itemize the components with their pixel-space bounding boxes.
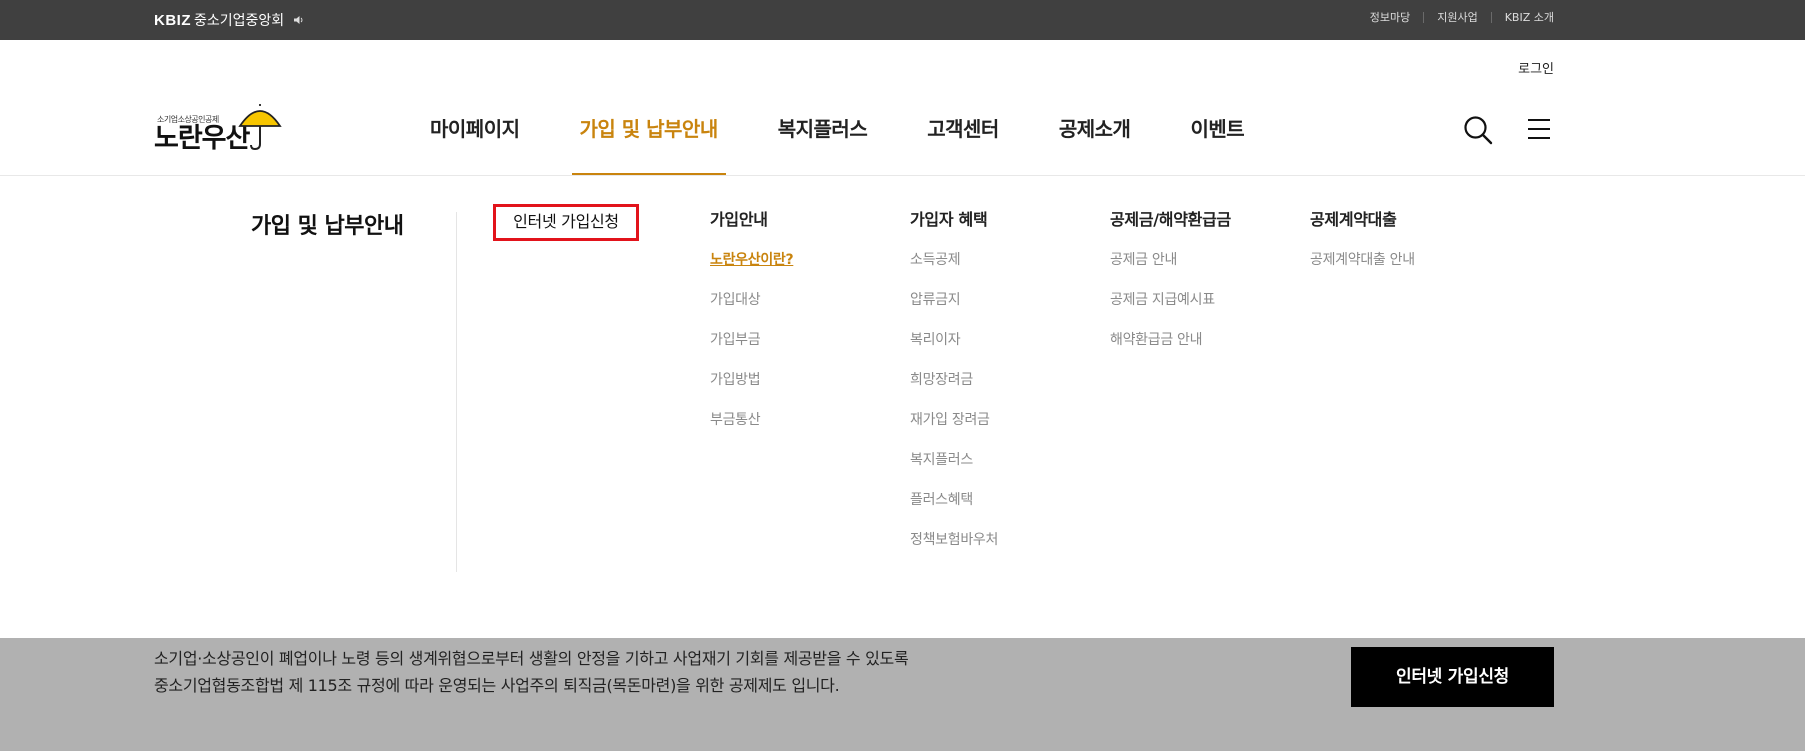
menu-item[interactable]: 가입대상 (710, 288, 793, 328)
top-utility-bar: KBIZ 중소기업중앙회 정보마당 지원사업 KBIZ 소개 (0, 0, 1805, 40)
main-navigation: 마이페이지 가입 및 납부안내 복지플러스 고객센터 공제소개 이벤트 (400, 96, 1274, 176)
info-text-line: 중소기업협동조합법 제 115조 규정에 따라 운영되는 사업주의 퇴직금(목돈… (154, 676, 840, 695)
menu-item[interactable]: 희망장려금 (910, 368, 998, 408)
top-link-info[interactable]: 정보마당 (1357, 9, 1423, 25)
menu-item[interactable]: 소득공제 (910, 248, 998, 288)
menu-column-benefits: 가입자 혜택 소득공제 압류금지 복리이자 희망장려금 재가입 장려금 복지플러… (910, 208, 998, 568)
brand-logo[interactable]: 소기업소상공인공제 노란우산 (154, 104, 284, 154)
internet-apply-button[interactable]: 인터넷 가입신청 (1351, 647, 1554, 707)
nav-welfare-plus[interactable]: 복지플러스 (748, 96, 898, 176)
header-divider (0, 175, 1805, 176)
top-link-about-kbiz[interactable]: KBIZ 소개 (1492, 9, 1554, 25)
internet-apply-link[interactable]: 인터넷 가입신청 (493, 204, 639, 241)
nav-mypage[interactable]: 마이페이지 (400, 96, 550, 176)
menu-item[interactable]: 부금통산 (710, 408, 793, 448)
menu-item[interactable]: 복리이자 (910, 328, 998, 368)
menu-column-heading[interactable]: 가입안내 (710, 208, 793, 232)
menu-column-heading[interactable]: 가입자 혜택 (910, 208, 998, 232)
info-text: 소기업·소상공인이 폐업이나 노령 등의 생계위협으로부터 생활의 안정을 기하… (154, 645, 909, 699)
kbiz-logo-name: 중소기업중앙회 (194, 13, 285, 29)
speaker-icon[interactable] (293, 14, 305, 26)
nav-customer-center[interactable]: 고객센터 (897, 96, 1029, 176)
login-link[interactable]: 로그인 (1518, 58, 1554, 77)
nav-join-payment[interactable]: 가입 및 납부안내 (550, 96, 748, 176)
menu-item[interactable]: 플러스혜택 (910, 488, 998, 528)
menu-item[interactable]: 공제계약대출 안내 (1310, 248, 1415, 288)
menu-column-join-guide: 가입안내 노란우산이란? 가입대상 가입부금 가입방법 부금통산 (710, 208, 794, 448)
divider (456, 212, 457, 572)
menu-column-heading[interactable]: 공제계약대출 (1310, 208, 1415, 232)
menu-column-heading[interactable]: 공제금/해약환급금 (1110, 208, 1231, 232)
nav-event[interactable]: 이벤트 (1160, 96, 1274, 176)
nav-about[interactable]: 공제소개 (1029, 96, 1161, 176)
menu-column-payouts: 공제금/해약환급금 공제금 안내 공제금 지급예시표 해약환급금 안내 (1110, 208, 1231, 368)
mega-menu-title: 가입 및 납부안내 (251, 214, 404, 239)
menu-item[interactable]: 정책보험바우처 (910, 528, 998, 568)
umbrella-icon (238, 104, 282, 150)
menu-item[interactable]: 공제금 안내 (1110, 248, 1231, 288)
menu-item[interactable]: 공제금 지급예시표 (1110, 288, 1231, 328)
menu-item[interactable]: 압류금지 (910, 288, 998, 328)
menu-item-what-is[interactable]: 노란우산이란? (710, 248, 794, 288)
top-links: 정보마당 지원사업 KBIZ 소개 (1357, 0, 1554, 34)
top-link-support[interactable]: 지원사업 (1424, 9, 1490, 25)
menu-item[interactable]: 재가입 장려금 (910, 408, 998, 448)
brand-name: 노란우산 (154, 123, 250, 154)
hamburger-menu-icon[interactable] (1527, 117, 1551, 141)
kbiz-logo-mark: KBIZ (154, 11, 191, 29)
menu-column-loans: 공제계약대출 공제계약대출 안내 (1310, 208, 1415, 288)
menu-item[interactable]: 복지플러스 (910, 448, 998, 488)
info-text-line: 소기업·소상공인이 폐업이나 노령 등의 생계위협으로부터 생활의 안정을 기하… (154, 649, 909, 668)
menu-item[interactable]: 가입부금 (710, 328, 793, 368)
menu-item[interactable]: 가입방법 (710, 368, 793, 408)
menu-item[interactable]: 해약환급금 안내 (1110, 328, 1231, 368)
kbiz-logo[interactable]: KBIZ 중소기업중앙회 (154, 9, 305, 31)
search-icon[interactable] (1463, 115, 1493, 145)
